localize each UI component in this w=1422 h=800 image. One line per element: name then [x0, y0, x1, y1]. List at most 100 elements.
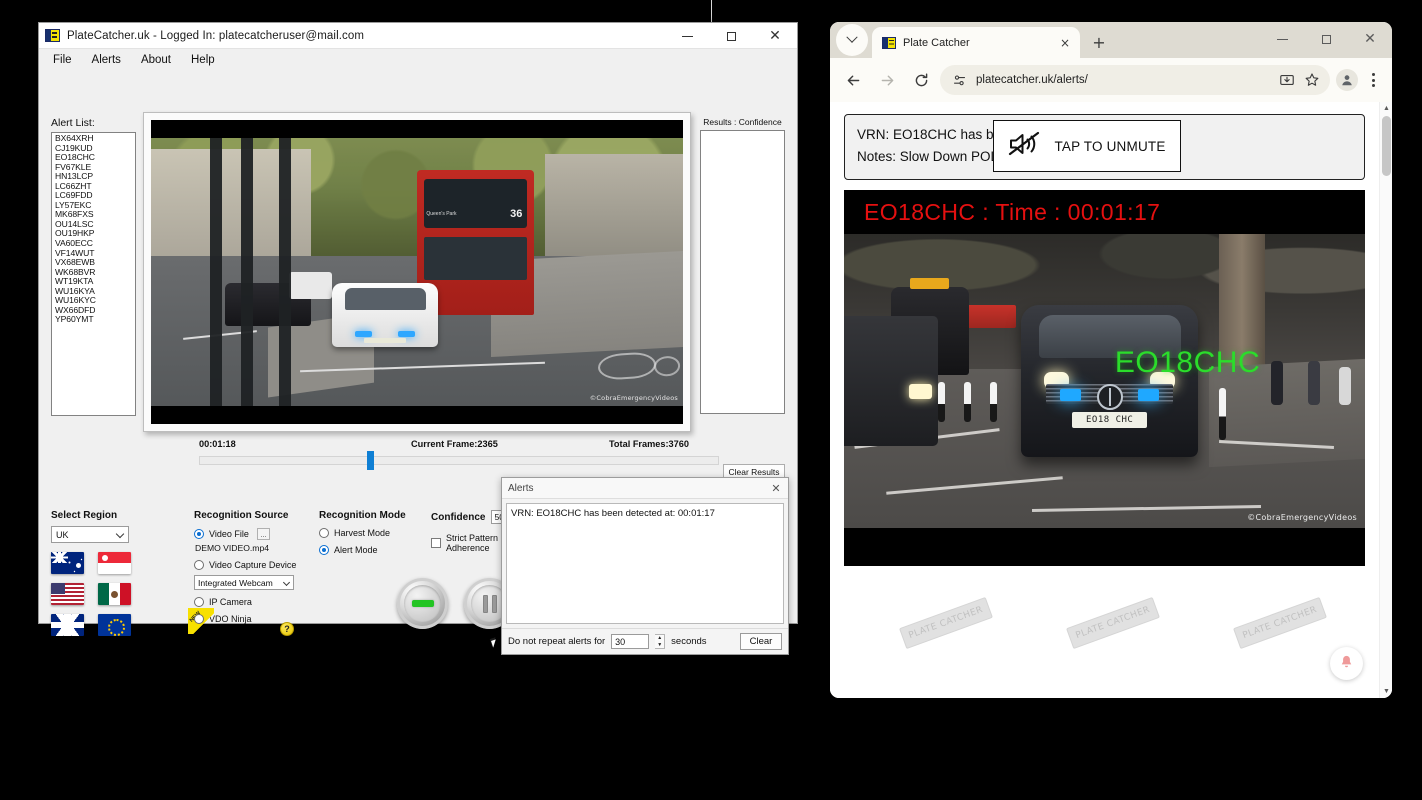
bus-lower-window: [424, 236, 528, 281]
app-close-button[interactable]: ✕: [753, 23, 797, 49]
pedestrian: [1307, 360, 1320, 405]
address-bar[interactable]: platecatcher.uk/alerts/: [940, 65, 1330, 95]
repeat-alerts-label: Do not repeat alerts for: [508, 636, 606, 647]
detected-vehicle: EO18 CHC: [1021, 304, 1199, 458]
menu-help[interactable]: Help: [181, 52, 225, 68]
page-scrollbar[interactable]: ▲ ▼: [1379, 102, 1392, 698]
profile-avatar-icon[interactable]: [1336, 69, 1358, 91]
muted-speaker-icon: [1008, 130, 1042, 163]
help-question-icon[interactable]: ?: [280, 622, 294, 636]
repeat-seconds-input[interactable]: 30: [611, 634, 650, 649]
number-plate-text: EO18 CHC: [1086, 414, 1134, 425]
select-region-group: Select Region UK: [51, 510, 151, 636]
reload-button[interactable]: [906, 65, 936, 95]
recognition-source-group: Recognition Source Video File ... DEMO V…: [188, 510, 314, 636]
browser-tab-plate-catcher[interactable]: Plate Catcher ×: [872, 27, 1080, 58]
app-title: PlateCatcher.uk - Logged In: platecatche…: [67, 29, 365, 42]
forward-button[interactable]: [872, 65, 902, 95]
menu-file[interactable]: File: [43, 52, 82, 68]
tap-to-unmute-label: TAP TO UNMUTE: [1054, 138, 1166, 154]
mexico-flag-icon[interactable]: [98, 583, 131, 605]
scroll-down-arrow[interactable]: ▼: [1380, 685, 1392, 698]
bell-icon: [1338, 654, 1355, 674]
address-bar-url: platecatcher.uk/alerts/: [976, 74, 1088, 86]
uk-flag-icon[interactable]: [51, 614, 84, 636]
repeat-seconds-stepper[interactable]: ▲ ▼: [655, 634, 666, 649]
bollard: [989, 382, 997, 423]
recognition-mode-title: Recognition Mode: [319, 510, 406, 521]
back-button[interactable]: [838, 65, 868, 95]
eu-flag-icon[interactable]: [98, 614, 131, 636]
browser-menu-kebab-icon[interactable]: [1362, 69, 1384, 91]
bus-upper-window: [424, 178, 528, 229]
alert-list-box[interactable]: BX64XRH CJ19KUD EO18CHC FV67KLE HN13LCP LC66Z…: [51, 132, 136, 416]
watermark-plate: PLATE CATCHER: [1066, 596, 1160, 650]
select-region-title: Select Region: [51, 510, 118, 521]
alerts-dialog-list[interactable]: VRN: EO18CHC has been detected at: 00:01…: [506, 503, 784, 624]
chrome-browser-window: Plate Catcher × + ✕ platecatcher.uk/aler…: [830, 22, 1392, 698]
police-car: [331, 282, 439, 348]
tab-search-chevron-button[interactable]: [836, 24, 868, 56]
browser-minimize-button[interactable]: [1260, 22, 1304, 56]
notification-bell-button[interactable]: [1330, 647, 1363, 680]
app-maximize-button[interactable]: [709, 23, 753, 49]
app-minimize-button[interactable]: [665, 23, 709, 49]
number-plate: EO18 CHC: [1072, 411, 1147, 429]
screen: PlateCatcher.uk - Logged In: platecatche…: [0, 0, 1422, 800]
new-tab-button[interactable]: +: [1086, 29, 1112, 55]
region-select[interactable]: UK: [51, 526, 129, 543]
install-app-icon[interactable]: [1278, 72, 1295, 89]
playback-slider-thumb[interactable]: [367, 451, 374, 470]
webcam-select[interactable]: Integrated Webcam: [194, 575, 294, 590]
tab-close-icon[interactable]: ×: [1056, 34, 1074, 52]
playback-slider[interactable]: [199, 456, 719, 465]
alert-list-label: Alert List:: [51, 117, 95, 129]
radio-video-file-label: Video File: [209, 529, 249, 539]
radio-indicator: [194, 529, 204, 539]
video-canvas[interactable]: Queen's Park 36 ©CobraEmergencyVideos: [151, 120, 683, 424]
radio-ip-camera-label: IP Camera: [209, 597, 252, 607]
browser-maximize-button[interactable]: [1304, 22, 1348, 56]
radio-video-file[interactable]: Video File ...: [194, 528, 314, 540]
radio-vdo-ninja-label: VDO Ninja: [209, 614, 252, 624]
singapore-flag-icon[interactable]: [98, 552, 131, 574]
bookmark-star-icon[interactable]: [1303, 72, 1320, 89]
alerts-dialog-close-icon[interactable]: ✕: [769, 481, 783, 495]
current-frame-label: Current Frame:2365: [411, 439, 498, 449]
region-flag-grid: [51, 552, 141, 636]
alert-list-item[interactable]: YP60YMT: [53, 315, 135, 325]
radio-ip-camera[interactable]: IP Camera: [194, 597, 314, 607]
browser-video-stage: EO18 CHC EO18CHC ©CobraEmergencyVideos: [844, 234, 1365, 528]
radio-indicator: [194, 560, 204, 570]
stop-button[interactable]: [397, 578, 448, 629]
usa-flag-icon[interactable]: [51, 583, 84, 605]
chevron-down-icon: [846, 31, 858, 43]
alerts-clear-button[interactable]: Clear: [740, 633, 782, 650]
radio-harvest-mode[interactable]: Harvest Mode: [319, 528, 429, 538]
alerts-dialog: Alerts ✕ VRN: EO18CHC has been detected …: [501, 477, 789, 655]
site-settings-icon[interactable]: [951, 72, 968, 89]
browser-video-player[interactable]: EO18CHC : Time : 00:01:17 EO18 CHC EO18C…: [844, 190, 1365, 566]
video-overlay-banner: EO18CHC : Time : 00:01:17: [844, 190, 1365, 234]
pole: [241, 138, 254, 406]
menu-about[interactable]: About: [131, 52, 181, 68]
menu-alerts[interactable]: Alerts: [82, 52, 131, 68]
browser-close-button[interactable]: ✕: [1348, 22, 1392, 56]
radio-vdo-ninja[interactable]: NEW VDO Ninja: [188, 608, 314, 634]
browse-file-button[interactable]: ...: [256, 528, 270, 540]
tap-to-unmute-button[interactable]: TAP TO UNMUTE: [993, 120, 1181, 172]
alerts-dialog-footer: Do not repeat alerts for 30 ▲ ▼ seconds C…: [502, 628, 788, 654]
pedestrian: [1271, 360, 1284, 405]
radio-video-capture-device[interactable]: Video Capture Device: [194, 560, 314, 570]
radio-alert-mode[interactable]: Alert Mode: [319, 545, 429, 555]
scrollbar-thumb[interactable]: [1382, 116, 1391, 176]
results-box[interactable]: [700, 130, 785, 414]
transport-controls: [397, 578, 515, 629]
alerts-dialog-title: Alerts: [508, 482, 534, 494]
browser-toolbar: platecatcher.uk/alerts/: [830, 58, 1392, 102]
scroll-up-arrow[interactable]: ▲: [1380, 102, 1392, 115]
chevron-down-icon: [282, 578, 291, 587]
platecatcher-logo-icon: [45, 29, 60, 42]
australia-flag-icon[interactable]: [51, 552, 84, 574]
street-scene-browser: EO18 CHC EO18CHC ©CobraEmergencyVideos: [844, 234, 1365, 528]
